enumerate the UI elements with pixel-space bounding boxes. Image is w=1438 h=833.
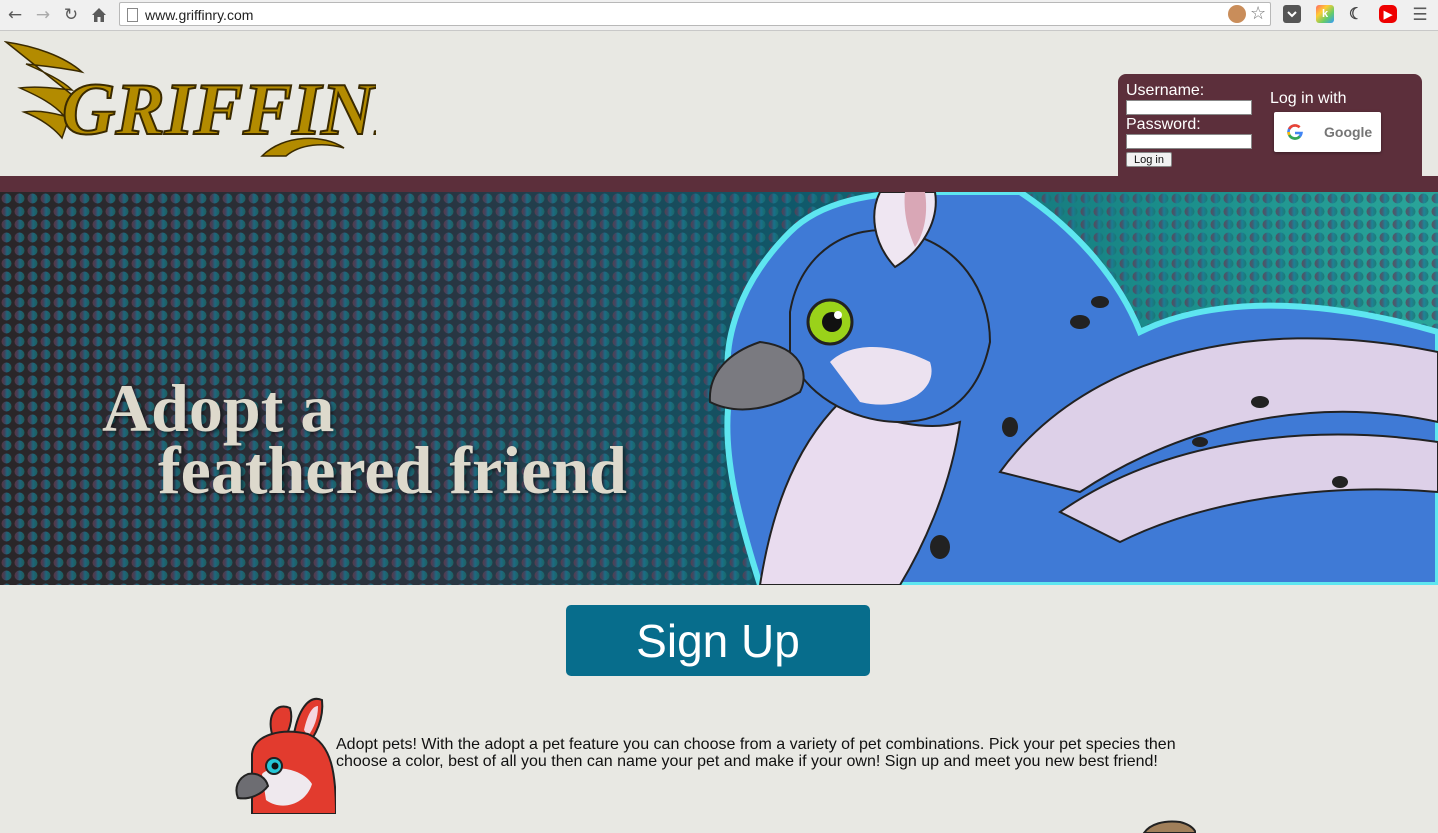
moon-extension-icon[interactable]: ☾ [1347, 5, 1365, 23]
google-label: Google [1324, 124, 1373, 140]
password-label: Password: [1126, 116, 1201, 133]
feature-description: Adopt pets! With the adopt a pet feature… [336, 736, 1176, 770]
menu-icon[interactable]: ☰ [1408, 3, 1432, 27]
home-icon[interactable] [87, 3, 111, 27]
site-logo[interactable]: GRIFFINRY [4, 38, 376, 162]
hero-banner: Adopt a feathered friend [0, 192, 1438, 585]
username-label: Username: [1126, 82, 1205, 99]
pocket-icon[interactable] [1283, 5, 1301, 23]
forward-icon[interactable]: → [31, 3, 55, 27]
browser-toolbar: ← → ↻ www.griffinry.com ☆ k ☾ ▶ ☰ [0, 0, 1438, 31]
back-icon[interactable]: ← [3, 3, 27, 27]
google-icon [1287, 124, 1303, 140]
reload-icon[interactable]: ↻ [59, 3, 83, 27]
google-login-button[interactable]: Google [1274, 112, 1381, 152]
login-button[interactable]: Log in [1126, 152, 1172, 167]
username-input[interactable] [1126, 100, 1252, 115]
login-with-label: Log in with [1270, 90, 1347, 107]
address-bar[interactable]: www.griffinry.com ☆ [119, 2, 1271, 26]
password-input[interactable] [1126, 134, 1252, 149]
page-icon [127, 8, 138, 22]
login-panel: Username: Password: Log in Log in with G… [1118, 74, 1422, 184]
logo-text: GRIFFINRY [62, 69, 376, 151]
profile-extension-icon[interactable] [1228, 5, 1246, 23]
red-gryphon-image [232, 694, 336, 814]
k-extension-icon[interactable]: k [1316, 5, 1334, 23]
next-feature-image [1142, 820, 1196, 833]
bookmark-star-icon[interactable]: ☆ [1250, 3, 1266, 24]
youtube-extension-icon[interactable]: ▶ [1379, 5, 1397, 23]
banner-headline-line2: feathered friend [158, 432, 627, 508]
signup-button[interactable]: Sign Up [566, 605, 870, 676]
url-text: www.griffinry.com [145, 7, 254, 23]
